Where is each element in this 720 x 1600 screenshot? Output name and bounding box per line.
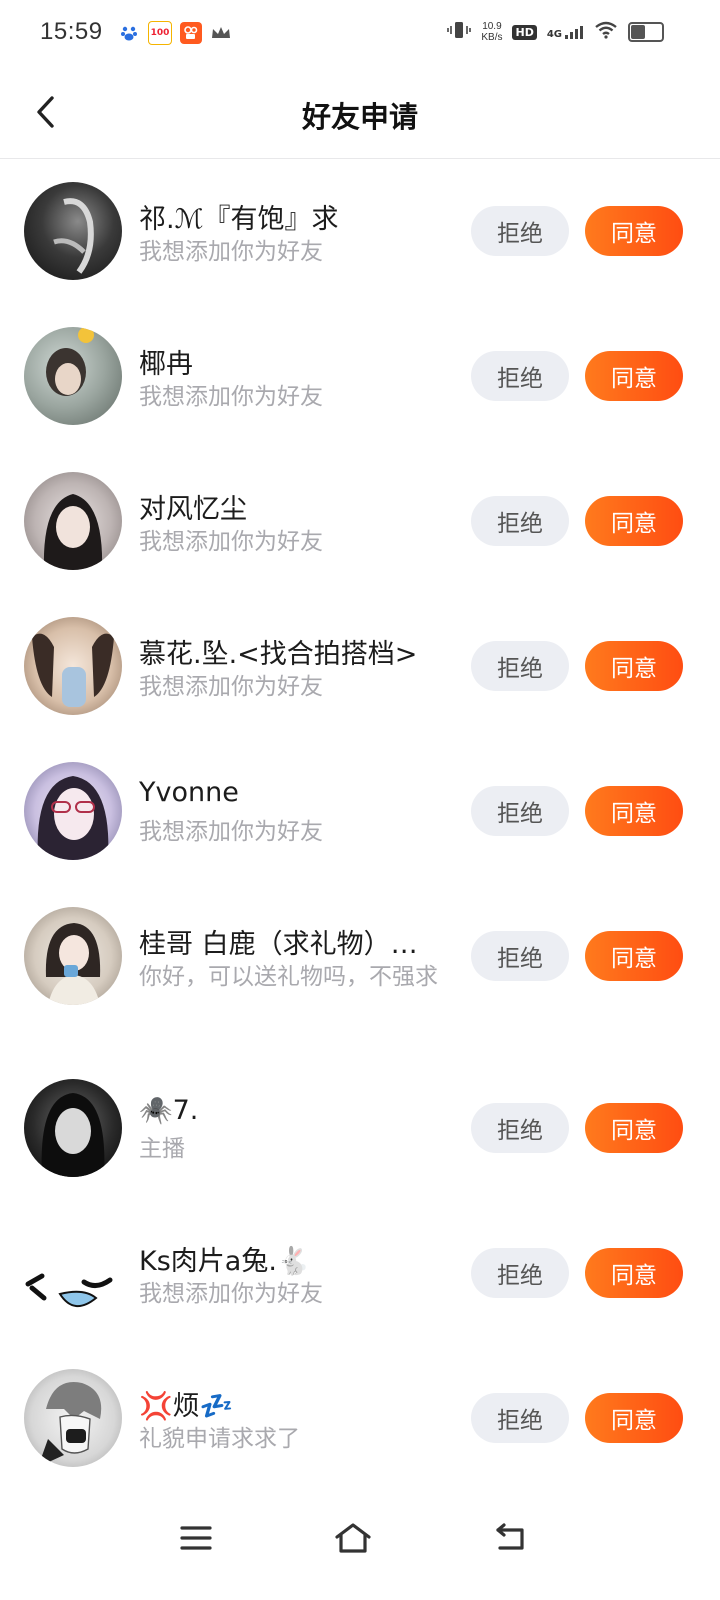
accept-button[interactable]: 同意 bbox=[585, 931, 683, 981]
system-nav-bar bbox=[0, 1490, 720, 1600]
accept-button[interactable]: 同意 bbox=[585, 1103, 683, 1153]
request-message: 礼貌申请求求了 bbox=[139, 1426, 300, 1452]
requester-name: Yvonne bbox=[139, 777, 239, 808]
friend-request-item: 对风忆尘 我想添加你为好友 拒绝 同意 bbox=[0, 449, 720, 594]
request-message: 我想添加你为好友 bbox=[139, 529, 323, 555]
battery-icon bbox=[628, 22, 664, 42]
reject-button[interactable]: 拒绝 bbox=[471, 786, 569, 836]
avatar[interactable] bbox=[24, 1369, 122, 1467]
wifi-icon bbox=[594, 21, 618, 43]
avatar[interactable] bbox=[24, 1079, 122, 1177]
reject-button[interactable]: 拒绝 bbox=[471, 206, 569, 256]
accept-button[interactable]: 同意 bbox=[585, 786, 683, 836]
back-icon bbox=[496, 1523, 524, 1550]
avatar[interactable] bbox=[24, 617, 122, 715]
100-app-icon: 100 bbox=[148, 21, 172, 45]
kuaishou-app-icon bbox=[180, 22, 202, 44]
request-message: 我想添加你为好友 bbox=[139, 239, 323, 265]
accept-button[interactable]: 同意 bbox=[585, 351, 683, 401]
request-message: 我想添加你为好友 bbox=[139, 819, 323, 845]
status-time: 15:59 bbox=[40, 18, 103, 45]
friend-request-item: 桂哥 白鹿（求礼物）… 你好，可以送礼物吗，不强求 拒绝 同意 bbox=[0, 884, 720, 1056]
avatar[interactable] bbox=[24, 182, 122, 280]
friend-request-list: 祁.ℳ『有饱』求 我想添加你为好友 拒绝 同意 椰冉 我想添加你为好友 拒绝 同… bbox=[0, 159, 720, 1491]
request-message: 主播 bbox=[139, 1136, 185, 1162]
requester-name: 对风忆尘 bbox=[139, 494, 247, 525]
accept-button[interactable]: 同意 bbox=[585, 1248, 683, 1298]
avatar[interactable] bbox=[24, 472, 122, 570]
header: 好友申请 bbox=[0, 66, 720, 159]
friend-request-item: 祁.ℳ『有饱』求 我想添加你为好友 拒绝 同意 bbox=[0, 159, 720, 304]
accept-button[interactable]: 同意 bbox=[585, 496, 683, 546]
reject-button[interactable]: 拒绝 bbox=[471, 1393, 569, 1443]
net-speed: 10.9 KB/s bbox=[481, 21, 503, 43]
requester-name: 💢烦💤 bbox=[139, 1391, 234, 1422]
home-icon bbox=[335, 1523, 371, 1553]
hd-badge: HD bbox=[512, 24, 537, 40]
request-message: 你好，可以送礼物吗，不强求 bbox=[139, 964, 438, 990]
accept-button[interactable]: 同意 bbox=[585, 206, 683, 256]
avatar[interactable] bbox=[24, 327, 122, 425]
request-message: 我想添加你为好友 bbox=[139, 674, 323, 700]
requester-name: 椰冉 bbox=[139, 349, 193, 380]
status-app-icons: 100 bbox=[118, 21, 232, 45]
reject-button[interactable]: 拒绝 bbox=[471, 641, 569, 691]
avatar[interactable] bbox=[24, 762, 122, 860]
request-message: 我想添加你为好友 bbox=[139, 1281, 323, 1307]
friend-request-item: Yvonne 我想添加你为好友 拒绝 同意 bbox=[0, 739, 720, 884]
friend-request-item: 椰冉 我想添加你为好友 拒绝 同意 bbox=[0, 304, 720, 449]
requester-name: Ks肉片a兔.🐇 bbox=[139, 1246, 311, 1277]
friend-request-item: 慕花.坠.<找合拍搭档> 我想添加你为好友 拒绝 同意 bbox=[0, 594, 720, 739]
friend-request-item: 🕷️7. 主播 拒绝 同意 bbox=[0, 1056, 720, 1201]
request-message: 我想添加你为好友 bbox=[139, 384, 323, 410]
back-nav-button[interactable] bbox=[480, 1508, 540, 1568]
accept-button[interactable]: 同意 bbox=[585, 1393, 683, 1443]
crown-icon bbox=[210, 22, 232, 44]
status-indicators: 10.9 KB/s HD 4G bbox=[447, 20, 664, 44]
menu-icon bbox=[180, 1526, 212, 1550]
reject-button[interactable]: 拒绝 bbox=[471, 496, 569, 546]
reject-button[interactable]: 拒绝 bbox=[471, 1248, 569, 1298]
reject-button[interactable]: 拒绝 bbox=[471, 351, 569, 401]
requester-name: 慕花.坠.<找合拍搭档> bbox=[139, 639, 418, 670]
page-title: 好友申请 bbox=[301, 100, 418, 134]
home-button[interactable] bbox=[323, 1508, 383, 1568]
avatar[interactable] bbox=[24, 1224, 122, 1322]
signal-4g-icon: 4G bbox=[547, 24, 584, 40]
friend-request-item: Ks肉片a兔.🐇 我想添加你为好友 拒绝 同意 bbox=[0, 1201, 720, 1346]
friend-request-item: 💢烦💤 礼貌申请求求了 拒绝 同意 bbox=[0, 1346, 720, 1491]
reject-button[interactable]: 拒绝 bbox=[471, 1103, 569, 1153]
vibrate-icon bbox=[447, 20, 472, 44]
status-bar: 15:59 100 10.9 KB/s HD 4G bbox=[0, 0, 720, 66]
avatar[interactable] bbox=[24, 907, 122, 1005]
baidu-icon bbox=[118, 22, 140, 44]
reject-button[interactable]: 拒绝 bbox=[471, 931, 569, 981]
menu-button[interactable] bbox=[166, 1508, 226, 1568]
accept-button[interactable]: 同意 bbox=[585, 641, 683, 691]
requester-name: 🕷️7. bbox=[139, 1095, 199, 1126]
requester-name: 祁.ℳ『有饱』求 bbox=[139, 204, 339, 235]
requester-name: 桂哥 白鹿（求礼物）… bbox=[139, 929, 418, 960]
